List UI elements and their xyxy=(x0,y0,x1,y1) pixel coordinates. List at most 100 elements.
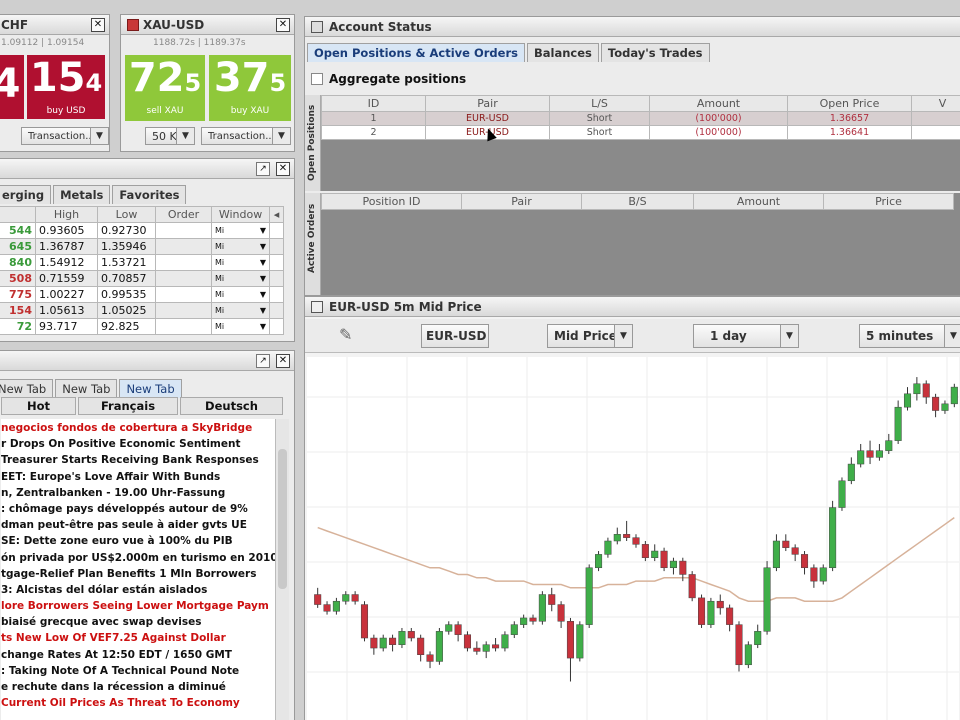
column-header[interactable]: Pair xyxy=(461,193,582,210)
news-headline[interactable]: lore Borrowers Seeing Lower Mortgage Pay… xyxy=(1,598,275,614)
row-toggle-cell[interactable] xyxy=(269,222,284,239)
news-headline[interactable]: e rechute dans la récession a diminué xyxy=(1,679,275,695)
tab-news-3[interactable]: New Tab xyxy=(119,379,182,398)
news-headline[interactable]: biaisé grecque avec swap devises xyxy=(1,614,275,630)
close-icon[interactable]: ✕ xyxy=(276,18,290,32)
column-header[interactable]: V xyxy=(911,95,960,112)
window-cell[interactable]: Mi ▼ xyxy=(211,286,270,303)
table-row[interactable]: 544 0.93605 0.92730 Mi ▼ xyxy=(0,222,284,239)
column-header[interactable]: ID xyxy=(321,95,426,112)
column-header[interactable] xyxy=(0,206,36,223)
row-toggle-cell[interactable] xyxy=(269,254,284,271)
tab-favorites[interactable]: Favorites xyxy=(112,185,187,204)
tab-todays-trades[interactable]: Today's Trades xyxy=(600,43,710,62)
aggregate-checkbox[interactable] xyxy=(311,73,323,85)
news-headline[interactable]: EET: Europe's Love Affair With Bunds xyxy=(1,469,275,485)
popout-icon[interactable]: ↗ xyxy=(256,354,270,368)
column-header[interactable]: Low xyxy=(97,206,156,223)
table-row[interactable]: 2 EUR-USD Short (100'000) 1.36641 xyxy=(321,125,960,140)
xauusd-amount-dropdown[interactable]: 50 K ▼ xyxy=(145,127,195,145)
candle xyxy=(641,544,649,558)
popout-icon[interactable]: ↗ xyxy=(256,162,270,176)
column-header[interactable]: Position ID xyxy=(321,193,462,210)
news-headline[interactable]: : Taking Note Of A Technical Pound Note xyxy=(1,663,275,679)
pair-selector[interactable]: EUR-USD xyxy=(421,324,489,348)
news-headline[interactable]: 3: Alcistas del dólar están aislados xyxy=(1,582,275,598)
tab-open-positions[interactable]: Open Positions & Active Orders xyxy=(307,43,525,62)
range-dropdown[interactable]: 1 day ▼ xyxy=(693,324,799,348)
order-cell[interactable] xyxy=(155,286,212,303)
xauusd-transaction-dropdown[interactable]: Transaction... ▼ xyxy=(201,127,291,145)
close-icon[interactable]: ✕ xyxy=(276,354,290,368)
column-header[interactable]: Window xyxy=(211,206,270,223)
table-row[interactable]: 508 0.71559 0.70857 Mi ▼ xyxy=(0,270,284,287)
xauusd-buy-tile[interactable]: 375 buy XAU xyxy=(209,55,291,121)
table-row[interactable]: 72 93.717 92.825 Mi ▼ xyxy=(0,318,284,335)
tab-emerging[interactable]: erging xyxy=(0,185,52,204)
row-toggle-cell[interactable] xyxy=(269,302,284,319)
news-headline[interactable]: dman peut-être pas seule à aider gvts UE xyxy=(1,517,275,533)
window-cell[interactable]: Mi ▼ xyxy=(211,318,270,335)
close-icon[interactable]: ✕ xyxy=(276,162,290,176)
news-headline[interactable]: Treasurer Starts Receiving Bank Response… xyxy=(1,452,275,468)
interval-dropdown[interactable]: 5 minutes ▼ xyxy=(859,324,960,348)
order-cell[interactable] xyxy=(155,318,212,335)
order-cell[interactable] xyxy=(155,254,212,271)
column-header[interactable]: Pair xyxy=(425,95,550,112)
news-headline[interactable]: tgage-Relief Plan Benefits 1 Mln Borrowe… xyxy=(1,566,275,582)
column-header[interactable]: High xyxy=(35,206,98,223)
tab-balances[interactable]: Balances xyxy=(526,43,599,62)
news-headline[interactable]: negocios fondos de cobertura a SkyBridge xyxy=(1,420,275,436)
lang-tab-hot[interactable]: Hot xyxy=(1,397,76,415)
table-row[interactable]: 840 1.54912 1.53721 Mi ▼ xyxy=(0,254,284,271)
column-header[interactable]: Order xyxy=(155,206,212,223)
news-headline[interactable]: ts New Low Of VEF7.25 Against Dollar xyxy=(1,630,275,646)
news-headline[interactable]: ón privada por US$2.000m en turismo en 2… xyxy=(1,550,275,566)
row-toggle-cell[interactable] xyxy=(269,286,284,303)
column-header[interactable]: Price xyxy=(823,193,954,210)
usdchf-transaction-dropdown[interactable]: Transaction... ▼ xyxy=(21,127,109,145)
tab-news-2[interactable]: New Tab xyxy=(55,379,118,398)
drawing-tool-icon[interactable]: ✎ xyxy=(339,325,359,345)
lang-tab-francais[interactable]: Français xyxy=(78,397,178,415)
news-scrollbar[interactable] xyxy=(275,419,289,720)
news-headline[interactable]: SE: Dette zone euro vue à 100% du PIB xyxy=(1,533,275,549)
window-cell[interactable]: Mi ▼ xyxy=(211,222,270,239)
column-header[interactable]: B/S xyxy=(581,193,694,210)
row-toggle-cell[interactable] xyxy=(269,318,284,335)
candlestick-chart[interactable] xyxy=(307,357,959,720)
scrollbar-thumb[interactable] xyxy=(278,449,287,589)
xauusd-sell-tile[interactable]: 725 sell XAU xyxy=(125,55,205,121)
usdchf-buy-tile[interactable]: 154 buy USD xyxy=(27,55,105,119)
window-cell[interactable]: Mi ▼ xyxy=(211,302,270,319)
news-headline[interactable]: : chômage pays développés autour de 9% xyxy=(1,501,275,517)
close-icon[interactable]: ✕ xyxy=(91,18,105,32)
table-row[interactable]: 645 1.36787 1.35946 Mi ▼ xyxy=(0,238,284,255)
row-toggle-cell[interactable] xyxy=(269,238,284,255)
news-headline[interactable]: Current Oil Prices As Threat To Economy xyxy=(1,695,275,711)
news-headline[interactable]: n, Zentralbanken - 19.00 Uhr-Fassung xyxy=(1,485,275,501)
order-cell[interactable] xyxy=(155,238,212,255)
price-type-dropdown[interactable]: Mid Price ▼ xyxy=(547,324,633,348)
news-headline[interactable]: r Drops On Positive Economic Sentiment xyxy=(1,436,275,452)
order-cell[interactable] xyxy=(155,302,212,319)
usdchf-sell-tile[interactable]: 4 xyxy=(0,55,24,119)
window-cell[interactable]: Mi ▼ xyxy=(211,270,270,287)
table-row[interactable]: 775 1.00227 0.99535 Mi ▼ xyxy=(0,286,284,303)
news-headline[interactable]: change Rates At 12:50 EDT / 1650 GMT xyxy=(1,647,275,663)
column-header[interactable]: Open Price xyxy=(787,95,912,112)
order-cell[interactable] xyxy=(155,222,212,239)
column-header[interactable]: Amount xyxy=(649,95,788,112)
table-row[interactable]: 1 EUR-USD Short (100'000) 1.36657 xyxy=(321,111,960,126)
column-header[interactable]: L/S xyxy=(549,95,650,112)
speaker-icon[interactable]: ◂ xyxy=(269,206,284,223)
window-cell[interactable]: Mi ▼ xyxy=(211,238,270,255)
tab-news-1[interactable]: New Tab xyxy=(0,379,54,398)
tab-metals[interactable]: Metals xyxy=(53,185,111,204)
lang-tab-deutsch[interactable]: Deutsch xyxy=(180,397,283,415)
window-cell[interactable]: Mi ▼ xyxy=(211,254,270,271)
row-toggle-cell[interactable] xyxy=(269,270,284,287)
column-header[interactable]: Amount xyxy=(693,193,824,210)
order-cell[interactable] xyxy=(155,270,212,287)
table-row[interactable]: 154 1.05613 1.05025 Mi ▼ xyxy=(0,302,284,319)
